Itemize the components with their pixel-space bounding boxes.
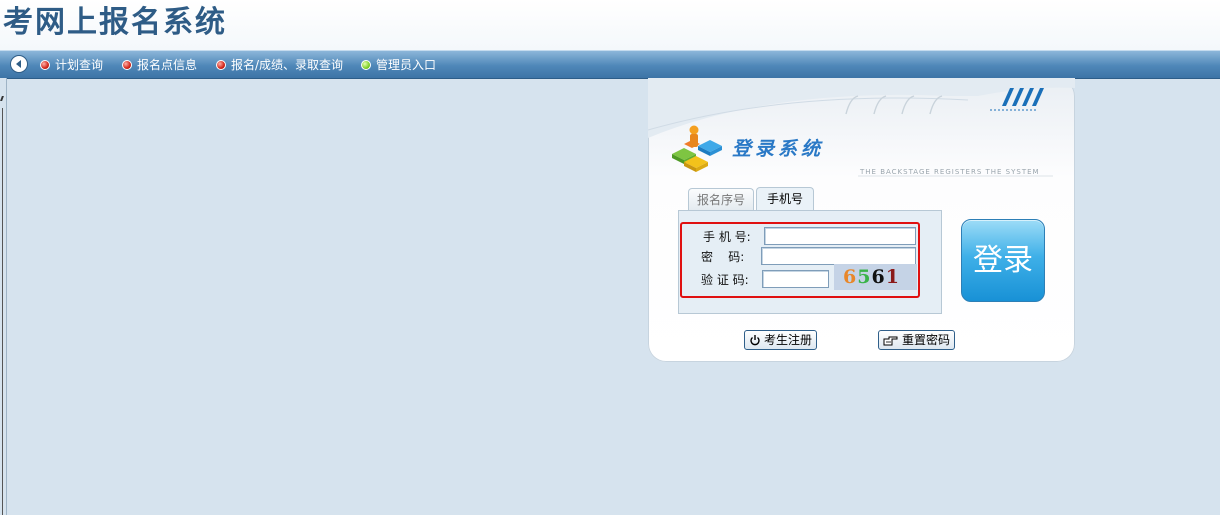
captcha-digit: 6 <box>871 266 885 288</box>
page-title: 考网上报名系统 <box>3 5 227 40</box>
phone-label: 手 机 号: <box>703 230 751 244</box>
captcha-image[interactable]: 6561 <box>834 264 917 290</box>
tab-phone-number[interactable]: 手机号 <box>756 187 814 211</box>
login-panel: 登录系统 THE BACKSTAGE REGISTERS THE SYSTEM … <box>648 78 1075 362</box>
tab-registration-number[interactable]: 报名序号 <box>688 188 754 210</box>
nav-item-label: 计划查询 <box>55 58 104 72</box>
pointing-hand-icon <box>883 336 898 346</box>
green-dot-icon <box>361 60 371 70</box>
login-logo-icon <box>672 125 722 172</box>
nav-item-label: 报名点信息 <box>137 58 198 72</box>
password-input[interactable] <box>761 247 916 265</box>
login-button[interactable]: 登录 <box>961 219 1045 302</box>
captcha-label: 验 证 码: <box>701 273 749 287</box>
red-dot-icon <box>216 60 226 70</box>
login-subtitle: THE BACKSTAGE REGISTERS THE SYSTEM <box>860 168 1040 176</box>
captcha-digit: 6 <box>843 266 857 288</box>
phone-input[interactable] <box>764 227 916 245</box>
register-label: 考生注册 <box>764 333 813 347</box>
header: 考网上报名系统 <box>0 0 1220 50</box>
nav-item-admin-entry[interactable]: 管理员入口 <box>361 56 436 74</box>
nav-bar: 计划查询 报名点信息 报名/成绩、录取查询 管理员入口 <box>0 50 1220 79</box>
nav-item-label: 报名/成绩、录取查询 <box>231 58 344 72</box>
left-edge-line <box>2 108 3 515</box>
nav-item-result-query[interactable]: 报名/成绩、录取查询 <box>216 56 343 74</box>
captcha-digit: 1 <box>885 266 899 288</box>
nav-item-label: 管理员入口 <box>376 58 437 72</box>
login-title: 登录系统 <box>732 138 825 160</box>
reset-password-label: 重置密码 <box>902 333 951 347</box>
back-arrow-icon[interactable] <box>10 55 28 73</box>
captcha-input[interactable] <box>762 270 829 288</box>
nav-item-plan-query[interactable]: 计划查询 <box>40 56 103 74</box>
nav-item-site-info[interactable]: 报名点信息 <box>122 56 197 74</box>
red-dot-icon <box>122 60 132 70</box>
power-icon <box>750 335 760 346</box>
register-button[interactable]: 考生注册 <box>744 330 818 350</box>
red-dot-icon <box>40 60 50 70</box>
password-label: 密 码: <box>701 250 745 264</box>
captcha-digit: 5 <box>857 266 871 288</box>
reset-password-button[interactable]: 重置密码 <box>878 330 956 350</box>
